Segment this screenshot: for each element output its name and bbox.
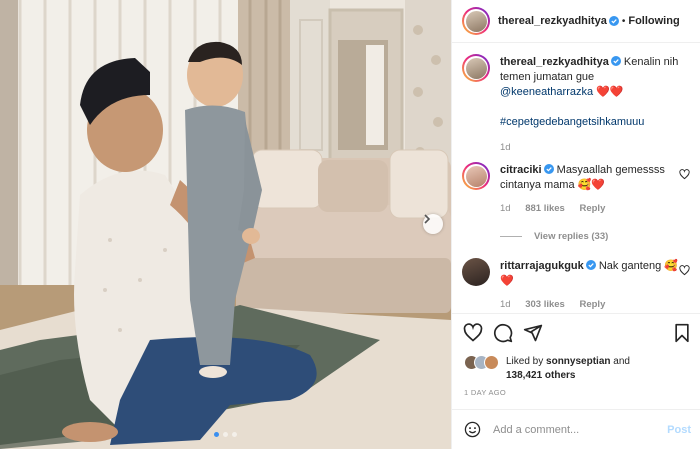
comment-likes[interactable]: 303 likes <box>525 299 565 310</box>
comment-likes[interactable]: 881 likes <box>525 203 565 214</box>
add-comment-bar: Post <box>452 409 700 449</box>
caption-hashtag[interactable]: #cepetgedebangetsihkamuuu <box>500 116 644 128</box>
liker-username[interactable]: sonnyseptian <box>546 356 610 367</box>
comments-list[interactable]: thereal_rezkyadhitya Kenalin nih temen j… <box>452 44 700 312</box>
likes-others-count[interactable]: 138,421 others <box>506 370 576 381</box>
carousel-dots <box>0 432 451 437</box>
comment-time: 1d <box>500 203 511 214</box>
comment-icon[interactable] <box>493 323 513 343</box>
carousel-dot <box>232 432 237 437</box>
chevron-right-icon <box>424 214 431 224</box>
comment-input[interactable] <box>493 423 643 436</box>
header-separator: • <box>621 15 626 27</box>
comment-reply-button[interactable]: Reply <box>579 203 605 214</box>
liker-avatar <box>484 355 499 370</box>
caption-time: 1d <box>500 142 511 153</box>
view-replies-label: View replies (33) <box>534 231 609 242</box>
photo-scene <box>0 0 451 449</box>
like-icon[interactable] <box>463 323 483 343</box>
comment-like-icon[interactable] <box>679 265 690 276</box>
post-side-panel: thereal_rezkyadhitya • Following thereal… <box>451 0 700 449</box>
post-photo[interactable] <box>0 0 451 449</box>
comment-username[interactable]: citraciki <box>500 164 542 176</box>
author-username[interactable]: thereal_rezkyadhitya <box>498 15 607 27</box>
comment-like-icon[interactable] <box>679 169 690 180</box>
verified-badge-icon <box>543 164 554 174</box>
caption-mention[interactable]: @keeneatharrazka <box>500 86 593 98</box>
author-avatar[interactable] <box>462 54 490 82</box>
post-comment-button[interactable]: Post <box>667 424 691 436</box>
liked-by-prefix: Liked by <box>506 356 544 367</box>
emoji-icon[interactable] <box>464 421 481 438</box>
comment-text: Nak ganteng <box>598 260 662 272</box>
commenter-avatar[interactable] <box>462 258 490 286</box>
verified-badge-icon <box>608 16 619 26</box>
liker-avatars <box>464 355 502 371</box>
comment-reply-button[interactable]: Reply <box>579 299 605 310</box>
comment-username[interactable]: rittarrajagukguk <box>500 260 584 272</box>
post-actions <box>452 313 700 353</box>
view-replies-button[interactable]: View replies (33) <box>500 231 608 242</box>
commenter-avatar[interactable] <box>462 162 490 190</box>
bookmark-icon[interactable] <box>672 323 692 343</box>
post-header: thereal_rezkyadhitya • Following <box>452 0 700 43</box>
verified-badge-icon <box>585 260 596 270</box>
carousel-next-button[interactable] <box>423 214 443 234</box>
share-icon[interactable] <box>523 323 543 343</box>
liked-by-joiner: and <box>613 356 630 367</box>
comment-emoji: 🥰❤️ <box>577 179 606 191</box>
author-avatar[interactable] <box>462 7 490 35</box>
caption-emoji: ❤️❤️ <box>596 86 624 98</box>
following-button[interactable]: Following <box>628 15 679 27</box>
likes-summary: Liked by sonnyseptian and 138,421 others <box>464 353 694 383</box>
post-date[interactable]: 1 DAY AGO <box>464 388 506 397</box>
caption-username[interactable]: thereal_rezkyadhitya <box>500 56 609 68</box>
verified-badge-icon <box>610 56 621 66</box>
comment-time: 1d <box>500 299 511 310</box>
view-replies-line <box>500 236 522 237</box>
carousel-dot <box>223 432 228 437</box>
carousel-dot <box>214 432 219 437</box>
